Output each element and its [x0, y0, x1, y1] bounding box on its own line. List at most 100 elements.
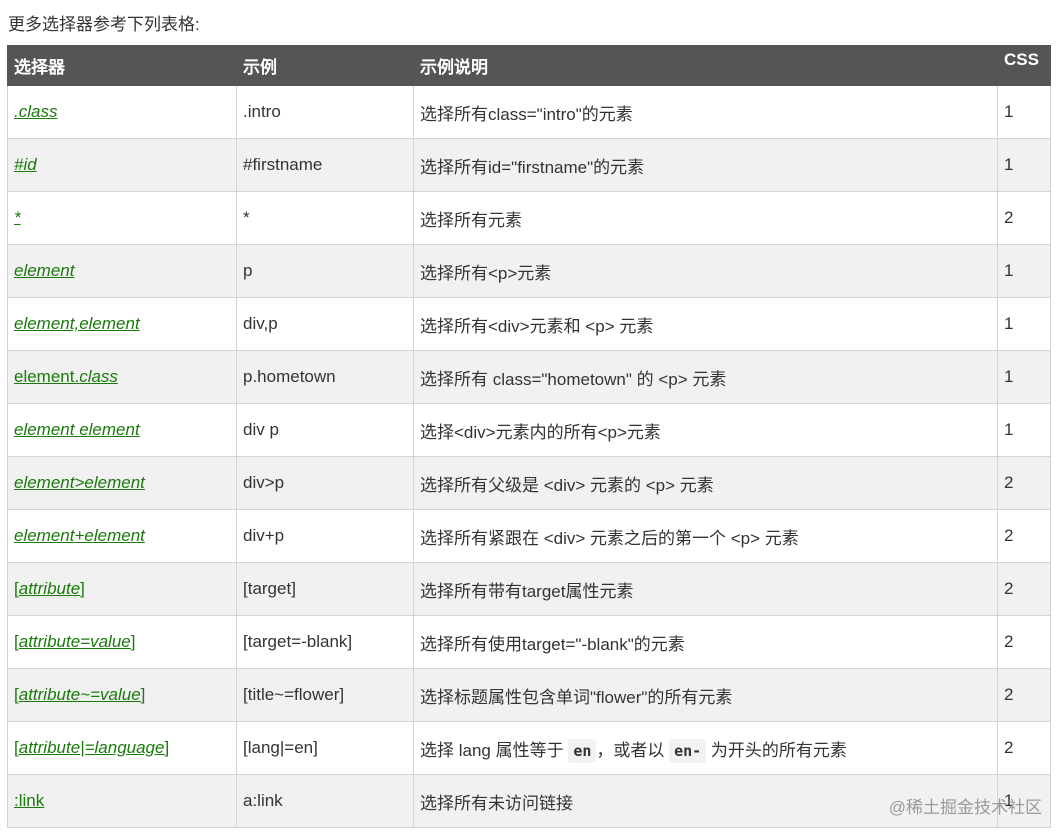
css-version-cell: 2 [997, 615, 1051, 669]
description-text: ，或者以 [596, 740, 670, 760]
selector-text: ] [164, 738, 170, 757]
table-row: element.class p.hometown 选择所有 class="hom… [7, 350, 1051, 404]
selector-cell: element element [7, 403, 237, 457]
selector-link[interactable]: [attribute=value] [14, 632, 135, 651]
example-cell: .intro [236, 85, 414, 139]
selector-link[interactable]: element>element [14, 473, 145, 492]
selector-text: attribute [18, 579, 81, 598]
table-row: * * 选择所有元素 2 [7, 191, 1051, 245]
example-cell: * [236, 191, 414, 245]
example-cell: [target] [236, 562, 414, 616]
description-cell: 选择所有class="intro"的元素 [413, 85, 998, 139]
header-example: 示例 [236, 45, 414, 86]
example-cell: p [236, 244, 414, 298]
inline-code: en- [669, 738, 707, 763]
example-cell: a:link [236, 774, 414, 828]
selector-cell: :link [7, 774, 237, 828]
description-cell: 选择所有<p>元素 [413, 244, 998, 298]
example-cell: [target=-blank] [236, 615, 414, 669]
table-row: .class .intro 选择所有class="intro"的元素 1 [7, 85, 1051, 139]
css-version-cell: 2 [997, 562, 1051, 616]
header-description: 示例说明 [413, 45, 998, 86]
table-row: #id #firstname 选择所有id="firstname"的元素 1 [7, 138, 1051, 192]
selector-link[interactable]: * [14, 208, 21, 227]
selector-text: element. [14, 367, 80, 386]
selector-cell: element [7, 244, 237, 298]
example-cell: div+p [236, 509, 414, 563]
css-version-cell: 1 [997, 297, 1051, 351]
selector-cell: * [7, 191, 237, 245]
selector-text: attribute=value [18, 632, 131, 651]
selector-link[interactable]: element,element [14, 314, 140, 333]
css-version-cell: 1 [997, 350, 1051, 404]
selector-cell: element+element [7, 509, 237, 563]
selector-text: ] [140, 685, 146, 704]
selector-link[interactable]: [attribute] [14, 579, 85, 598]
selector-cell: [attribute|=language] [7, 721, 237, 775]
selector-link[interactable]: .class [14, 102, 57, 121]
css-version-cell: 1 [997, 403, 1051, 457]
table-row: element element div p 选择<div>元素内的所有<p>元素… [7, 403, 1051, 457]
example-cell: #firstname [236, 138, 414, 192]
description-text: 为开头的所有元素 [706, 740, 847, 760]
description-cell: 选择所有带有target属性元素 [413, 562, 998, 616]
description-cell: 选择所有紧跟在 <div> 元素之后的第一个 <p> 元素 [413, 509, 998, 563]
description-cell: 选择<div>元素内的所有<p>元素 [413, 403, 998, 457]
selector-cell: element>element [7, 456, 237, 510]
selector-text: ] [130, 632, 136, 651]
description-cell: 选择所有使用target="-blank"的元素 [413, 615, 998, 669]
description-cell: 选择所有父级是 <div> 元素的 <p> 元素 [413, 456, 998, 510]
selector-text: attribute|=language [18, 738, 165, 757]
css-version-cell: 1 [997, 85, 1051, 139]
selector-link[interactable]: element element [14, 420, 140, 439]
description-cell: 选择 lang 属性等于 en ，或者以 en- 为开头的所有元素 [413, 721, 998, 775]
example-cell: div p [236, 403, 414, 457]
selector-cell: element.class [7, 350, 237, 404]
selector-link[interactable]: [attribute|=language] [14, 738, 169, 757]
example-cell: div,p [236, 297, 414, 351]
description-cell: 选择所有id="firstname"的元素 [413, 138, 998, 192]
table-row: [attribute~=value] [title~=flower] 选择标题属… [7, 668, 1051, 722]
example-cell: p.hometown [236, 350, 414, 404]
selector-link[interactable]: :link [14, 791, 44, 810]
table-row: element>element div>p 选择所有父级是 <div> 元素的 … [7, 456, 1051, 510]
selector-cell: [attribute] [7, 562, 237, 616]
css-version-cell: 2 [997, 191, 1051, 245]
selector-cell: #id [7, 138, 237, 192]
selector-cell: element,element [7, 297, 237, 351]
description-cell: 选择所有元素 [413, 191, 998, 245]
css-version-cell: 1 [997, 138, 1051, 192]
table-row: [attribute=value] [target=-blank] 选择所有使用… [7, 615, 1051, 669]
example-cell: div>p [236, 456, 414, 510]
selector-cell: [attribute~=value] [7, 668, 237, 722]
table-row: [attribute] [target] 选择所有带有target属性元素 2 [7, 562, 1051, 616]
selector-table: 选择器 示例 示例说明 CSS .class .intro 选择所有class=… [7, 45, 1051, 828]
example-cell: [title~=flower] [236, 668, 414, 722]
css-version-cell: 2 [997, 509, 1051, 563]
header-selector: 选择器 [7, 45, 237, 86]
selector-text: ] [80, 579, 85, 598]
css-version-cell: 1 [997, 244, 1051, 298]
table-row: [attribute|=language] [lang|=en] 选择 lang… [7, 721, 1051, 775]
description-cell: 选择所有<div>元素和 <p> 元素 [413, 297, 998, 351]
description-cell: 选择标题属性包含单词"flower"的所有元素 [413, 668, 998, 722]
table-header-row: 选择器 示例 示例说明 CSS [7, 45, 1051, 86]
table-row: element,element div,p 选择所有<div>元素和 <p> 元… [7, 297, 1051, 351]
description-cell: 选择所有 class="hometown" 的 <p> 元素 [413, 350, 998, 404]
selector-cell: [attribute=value] [7, 615, 237, 669]
selector-text: class [79, 367, 118, 386]
selector-text: attribute~=value [18, 685, 141, 704]
selector-link[interactable]: #id [14, 155, 37, 174]
css-version-cell: 2 [997, 456, 1051, 510]
selector-link[interactable]: element+element [14, 526, 145, 545]
css-version-cell: 2 [997, 668, 1051, 722]
selector-link[interactable]: element [14, 261, 74, 280]
intro-text: 更多选择器参考下列表格: [8, 15, 200, 34]
description-text: 选择 lang 属性等于 [420, 740, 569, 760]
selector-link[interactable]: element.class [14, 367, 118, 386]
table-row: element p 选择所有<p>元素 1 [7, 244, 1051, 298]
selector-link[interactable]: [attribute~=value] [14, 685, 145, 704]
selector-cell: .class [7, 85, 237, 139]
example-cell: [lang|=en] [236, 721, 414, 775]
inline-code: en [568, 738, 597, 763]
